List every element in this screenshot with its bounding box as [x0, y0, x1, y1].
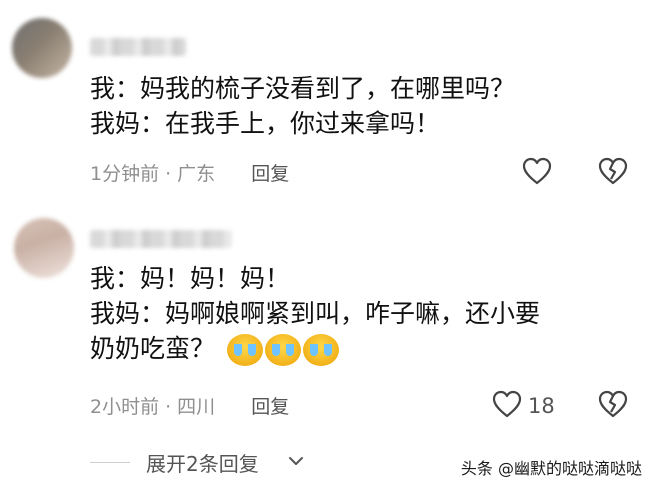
like-count: 18 [528, 394, 555, 418]
comment-line: 我妈：妈啊娘啊紧到叫，咋子嘛，还小要 [90, 299, 541, 328]
comment-line: 奶奶吃蛮？ [90, 331, 610, 366]
crying-emoji-icon [302, 334, 339, 366]
avatar[interactable] [14, 218, 74, 278]
reply-button[interactable]: 回复 [251, 396, 289, 418]
comment-text: 我：妈！妈！妈！ 我妈：妈啊娘啊紧到叫，咋子嘛，还小要 奶奶吃蛮？ [90, 261, 610, 366]
username-blurred[interactable] [90, 38, 186, 56]
comment-meta: 1分钟前 · 广东 回复 [90, 159, 289, 186]
comment-time: 1分钟前 [90, 163, 160, 185]
avatar[interactable] [12, 18, 72, 78]
comment-item: 我：妈！妈！妈！ 我妈：妈啊娘啊紧到叫，咋子嘛，还小要 奶奶吃蛮？ 2小时前 · 四… [0, 200, 660, 430]
comment-location: 四川 [177, 396, 216, 418]
broken-heart-icon[interactable] [598, 390, 628, 418]
meta-separator: · [165, 396, 172, 418]
crying-emoji-icon [226, 334, 263, 366]
comment-line: 我：妈我的梳子没看到了，在哪里吗？ [90, 74, 516, 103]
comment-line: 我妈：在我手上，你过来拿吗！ [90, 109, 441, 138]
heart-outline-icon[interactable] [522, 157, 552, 185]
expand-replies-label: 展开2条回复 [146, 452, 259, 476]
comment-item: 我：妈我的梳子没看到了，在哪里吗？ 我妈：在我手上，你过来拿吗！ 1分钟前 · 广东… [0, 0, 660, 200]
comment-meta: 2小时前 · 四川 回复 [90, 392, 289, 419]
expand-replies-button[interactable]: 展开2条回复 [90, 447, 390, 477]
crying-emoji-icon [264, 334, 301, 366]
comment-line: 我：妈！妈！妈！ [90, 264, 291, 293]
username-blurred[interactable] [90, 230, 232, 248]
broken-heart-icon[interactable] [598, 157, 628, 185]
heart-outline-icon[interactable] [492, 390, 522, 418]
comment-location: 广东 [177, 163, 216, 185]
comment-time: 2小时前 [90, 396, 160, 418]
watermark: 头条 @幽默的哒哒滴哒哒 [456, 453, 646, 481]
divider-line [90, 462, 130, 463]
chevron-down-icon [289, 457, 303, 465]
meta-separator: · [165, 163, 172, 185]
comment-line-text: 奶奶吃蛮？ [90, 334, 216, 363]
comment-text: 我：妈我的梳子没看到了，在哪里吗？ 我妈：在我手上，你过来拿吗！ [90, 71, 610, 141]
reply-button[interactable]: 回复 [251, 163, 289, 185]
emoji-group [226, 334, 339, 366]
